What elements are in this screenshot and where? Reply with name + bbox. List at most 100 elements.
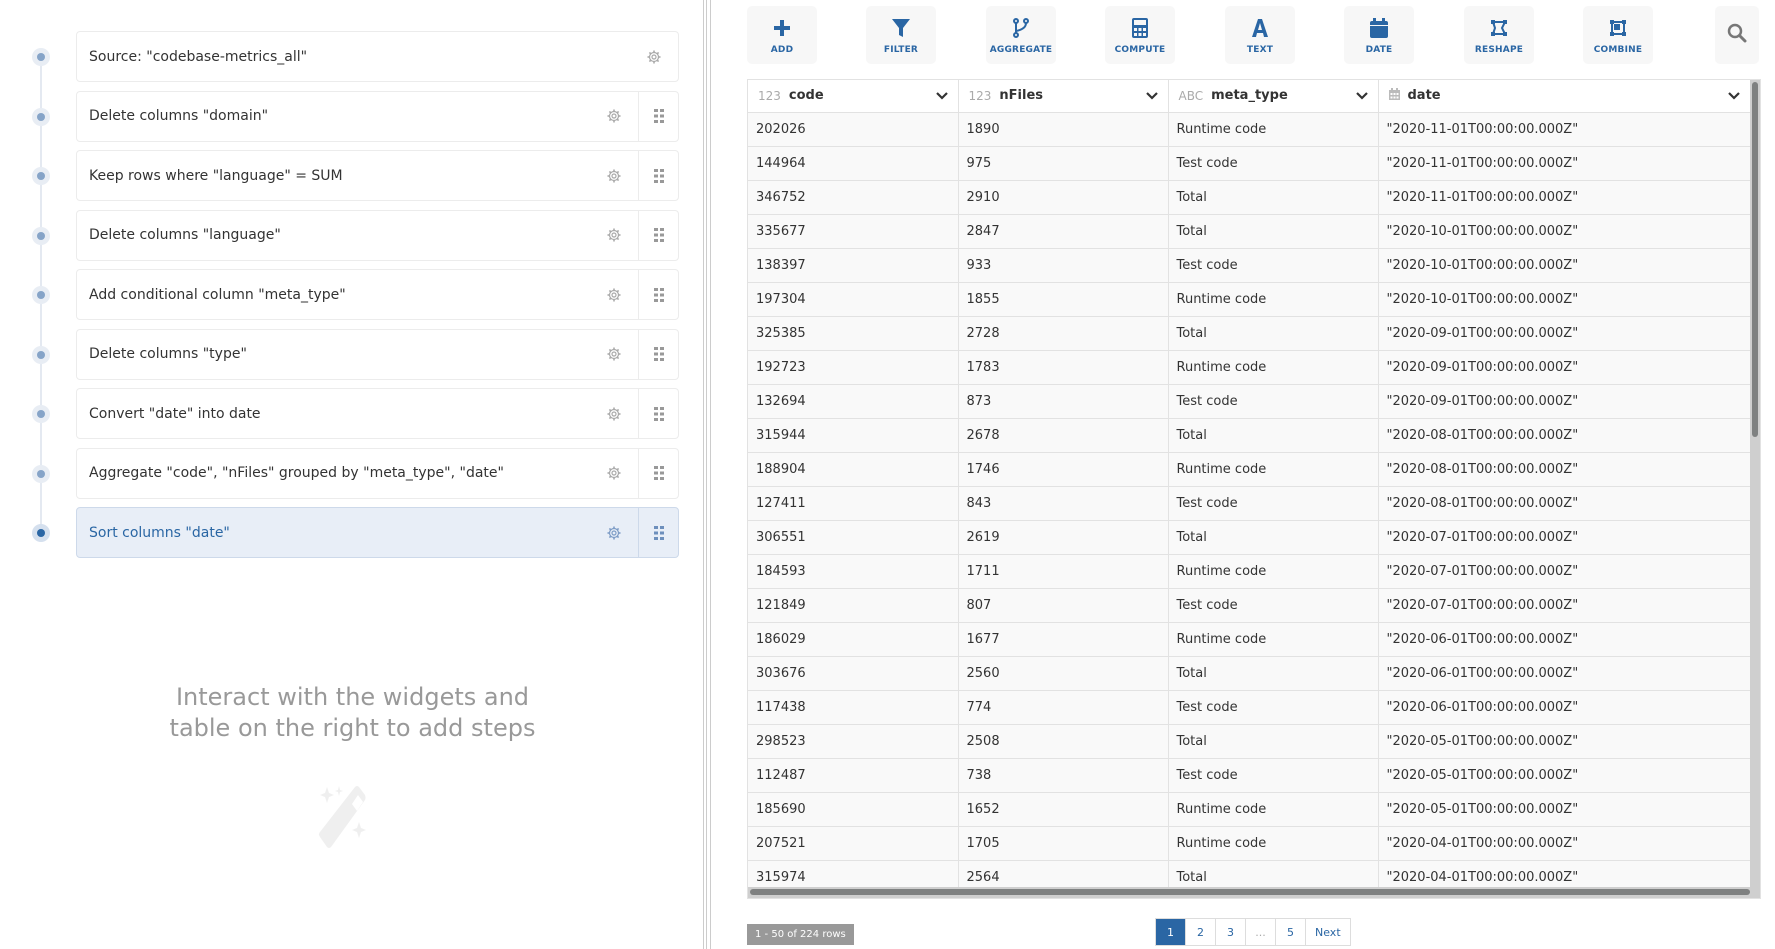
gear-icon[interactable] (604, 166, 624, 186)
step-card[interactable]: Delete columns "domain" (76, 90, 679, 142)
gear-icon[interactable] (604, 344, 624, 364)
cell-meta_type[interactable]: Runtime code (1168, 112, 1379, 147)
drag-handle-icon[interactable] (638, 329, 678, 379)
step-card[interactable]: Keep rows where "language" = SUM (76, 150, 679, 201)
cell-code[interactable]: 138397 (748, 248, 959, 283)
vertical-scroll-thumb[interactable] (1752, 82, 1758, 437)
cell-nFiles[interactable]: 2560 (958, 656, 1169, 691)
cell-nFiles[interactable]: 843 (958, 486, 1169, 521)
filter-button[interactable]: FILTER (866, 6, 936, 64)
step-card[interactable]: Convert "date" into date (76, 388, 679, 439)
cell-code[interactable]: 207521 (748, 826, 959, 861)
column-header-date[interactable]: date (1378, 80, 1751, 113)
gear-icon[interactable] (644, 47, 664, 67)
drag-handle-icon[interactable] (638, 210, 678, 260)
cell-date[interactable]: "2020-11-01T00:00:00.000Z" (1378, 112, 1751, 147)
cell-code[interactable]: 315944 (748, 418, 959, 453)
cell-meta_type[interactable]: Runtime code (1168, 826, 1379, 861)
cell-code[interactable]: 335677 (748, 214, 959, 249)
combine-button[interactable]: COMBINE (1583, 6, 1653, 64)
cell-code[interactable]: 132694 (748, 384, 959, 419)
cell-meta_type[interactable]: Total (1168, 418, 1379, 453)
cell-nFiles[interactable]: 2508 (958, 724, 1169, 759)
pipeline-step[interactable]: Source: "codebase-metrics_all" (0, 31, 700, 82)
cell-meta_type[interactable]: Runtime code (1168, 554, 1379, 589)
cell-code[interactable]: 346752 (748, 180, 959, 215)
drag-handle-icon[interactable] (638, 508, 678, 557)
cell-date[interactable]: "2020-05-01T00:00:00.000Z" (1378, 792, 1751, 827)
cell-meta_type[interactable]: Runtime code (1168, 350, 1379, 385)
drag-handle-icon[interactable] (638, 270, 678, 319)
cell-date[interactable]: "2020-06-01T00:00:00.000Z" (1378, 622, 1751, 657)
cell-meta_type[interactable]: Test code (1168, 248, 1379, 283)
cell-meta_type[interactable]: Runtime code (1168, 792, 1379, 827)
cell-code[interactable]: 186029 (748, 622, 959, 657)
text-button[interactable]: TEXT (1225, 6, 1295, 64)
drag-handle-icon[interactable] (638, 389, 678, 438)
chevron-down-icon[interactable] (935, 91, 948, 100)
cell-date[interactable]: "2020-10-01T00:00:00.000Z" (1378, 248, 1751, 283)
cell-nFiles[interactable]: 2728 (958, 316, 1169, 351)
column-header-nFiles[interactable]: 123 nFiles (958, 80, 1169, 113)
page-button[interactable]: 2 (1186, 919, 1216, 945)
date-button[interactable]: DATE (1344, 6, 1414, 64)
cell-date[interactable]: "2020-05-01T00:00:00.000Z" (1378, 724, 1751, 759)
cell-date[interactable]: "2020-07-01T00:00:00.000Z" (1378, 588, 1751, 623)
step-card[interactable]: Sort columns "date" (76, 507, 679, 558)
cell-meta_type[interactable]: Test code (1168, 146, 1379, 181)
add-button[interactable]: ADD (747, 6, 817, 64)
cell-code[interactable]: 144964 (748, 146, 959, 181)
gear-icon[interactable] (604, 225, 624, 245)
cell-nFiles[interactable]: 1652 (958, 792, 1169, 827)
page-button[interactable]: 1 (1156, 919, 1186, 945)
cell-meta_type[interactable]: Test code (1168, 758, 1379, 793)
gear-icon[interactable] (604, 523, 624, 543)
cell-code[interactable]: 117438 (748, 690, 959, 725)
cell-nFiles[interactable]: 1890 (958, 112, 1169, 147)
cell-date[interactable]: "2020-09-01T00:00:00.000Z" (1378, 316, 1751, 351)
cell-date[interactable]: "2020-06-01T00:00:00.000Z" (1378, 656, 1751, 691)
cell-code[interactable]: 184593 (748, 554, 959, 589)
horizontal-scrollbar[interactable] (748, 887, 1760, 898)
cell-date[interactable]: "2020-08-01T00:00:00.000Z" (1378, 486, 1751, 521)
cell-code[interactable]: 185690 (748, 792, 959, 827)
step-card[interactable]: Delete columns "language" (76, 209, 679, 261)
cell-nFiles[interactable]: 933 (958, 248, 1169, 283)
gear-icon[interactable] (604, 106, 624, 126)
cell-code[interactable]: 112487 (748, 758, 959, 793)
pipeline-step[interactable]: Aggregate "code", "nFiles" grouped by "m… (0, 447, 700, 499)
cell-date[interactable]: "2020-07-01T00:00:00.000Z" (1378, 554, 1751, 589)
cell-meta_type[interactable]: Runtime code (1168, 622, 1379, 657)
reshape-button[interactable]: RESHAPE (1464, 6, 1534, 64)
cell-date[interactable]: "2020-05-01T00:00:00.000Z" (1378, 758, 1751, 793)
cell-nFiles[interactable]: 1783 (958, 350, 1169, 385)
drag-handle-icon[interactable] (638, 91, 678, 141)
cell-nFiles[interactable]: 975 (958, 146, 1169, 181)
cell-meta_type[interactable]: Test code (1168, 690, 1379, 725)
cell-code[interactable]: 127411 (748, 486, 959, 521)
step-card[interactable]: Source: "codebase-metrics_all" (76, 31, 679, 82)
page-button[interactable]: 5 (1276, 919, 1306, 945)
cell-code[interactable]: 121849 (748, 588, 959, 623)
cell-date[interactable]: "2020-04-01T00:00:00.000Z" (1378, 826, 1751, 861)
cell-nFiles[interactable]: 1705 (958, 826, 1169, 861)
cell-meta_type[interactable]: Test code (1168, 588, 1379, 623)
gear-icon[interactable] (604, 285, 624, 305)
pipeline-step[interactable]: Keep rows where "language" = SUM (0, 150, 700, 201)
cell-date[interactable]: "2020-06-01T00:00:00.000Z" (1378, 690, 1751, 725)
cell-meta_type[interactable]: Total (1168, 214, 1379, 249)
cell-meta_type[interactable]: Runtime code (1168, 282, 1379, 317)
cell-nFiles[interactable]: 1711 (958, 554, 1169, 589)
step-card[interactable]: Delete columns "type" (76, 328, 679, 380)
cell-nFiles[interactable]: 2678 (958, 418, 1169, 453)
chevron-down-icon[interactable] (1145, 91, 1158, 100)
cell-nFiles[interactable]: 738 (958, 758, 1169, 793)
aggregate-button[interactable]: AGGREGATE (986, 6, 1056, 64)
cell-code[interactable]: 325385 (748, 316, 959, 351)
cell-nFiles[interactable]: 1855 (958, 282, 1169, 317)
cell-meta_type[interactable]: Test code (1168, 384, 1379, 419)
cell-meta_type[interactable]: Test code (1168, 486, 1379, 521)
cell-date[interactable]: "2020-08-01T00:00:00.000Z" (1378, 418, 1751, 453)
cell-meta_type[interactable]: Total (1168, 316, 1379, 351)
gear-icon[interactable] (604, 404, 624, 424)
